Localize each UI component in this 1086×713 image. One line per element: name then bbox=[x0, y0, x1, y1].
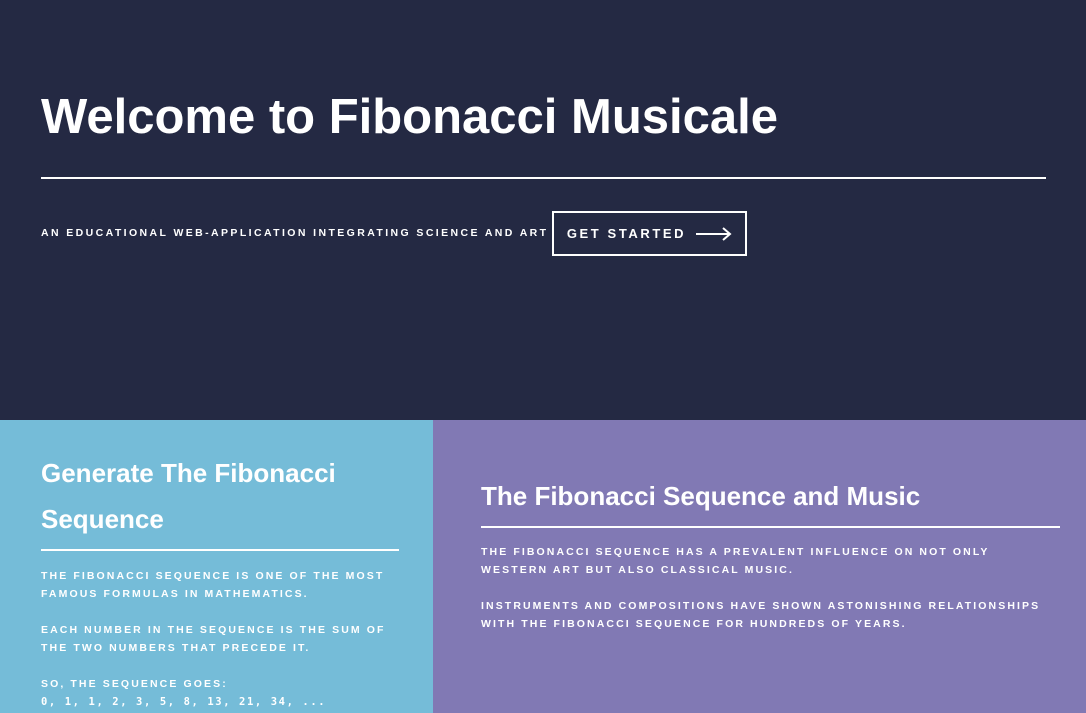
feature-tiles: Generate The Fibonacci Sequence THE FIBO… bbox=[0, 420, 1086, 713]
hero-banner: Welcome to Fibonacci Musicale AN EDUCATI… bbox=[0, 0, 1086, 420]
tile-title: Generate The Fibonacci Sequence bbox=[41, 458, 336, 534]
tile-paragraph: EACH NUMBER IN THE SEQUENCE IS THE SUM O… bbox=[41, 624, 386, 654]
tile-paragraph: INSTRUMENTS AND COMPOSITIONS HAVE SHOWN … bbox=[481, 600, 1041, 630]
get-started-label: GET STARTED bbox=[566, 226, 687, 241]
hero-subtitle: AN EDUCATIONAL WEB-APPLICATION INTEGRATI… bbox=[41, 227, 549, 239]
tile-divider bbox=[481, 526, 1060, 528]
tile-paragraph: SO, THE SEQUENCE GOES: 0, 1, 1, 2, 3, 5,… bbox=[41, 675, 386, 711]
tile-paragraph: THE FIBONACCI SEQUENCE IS ONE OF THE MOS… bbox=[41, 570, 385, 600]
get-started-button[interactable]: GET STARTED bbox=[552, 211, 747, 256]
tile-title: The Fibonacci Sequence and Music bbox=[481, 481, 921, 511]
hero-divider bbox=[41, 177, 1046, 179]
tile-generate-sequence[interactable]: Generate The Fibonacci Sequence THE FIBO… bbox=[0, 420, 433, 713]
page-title: Welcome to Fibonacci Musicale bbox=[41, 90, 779, 144]
tile-paragraph: THE FIBONACCI SEQUENCE HAS A PREVALENT I… bbox=[481, 546, 990, 576]
tile-divider bbox=[41, 549, 399, 551]
tile-sequence-and-music[interactable]: The Fibonacci Sequence and Music THE FIB… bbox=[433, 420, 1086, 713]
arrow-right-icon bbox=[696, 226, 732, 241]
sequence-values: 0, 1, 1, 2, 3, 5, 8, 13, 21, 34, ... bbox=[41, 696, 327, 708]
tile-body: THE FIBONACCI SEQUENCE HAS A PREVALENT I… bbox=[481, 543, 1041, 651]
tile-body: THE FIBONACCI SEQUENCE IS ONE OF THE MOS… bbox=[41, 567, 386, 711]
sequence-intro: SO, THE SEQUENCE GOES: bbox=[41, 678, 228, 690]
